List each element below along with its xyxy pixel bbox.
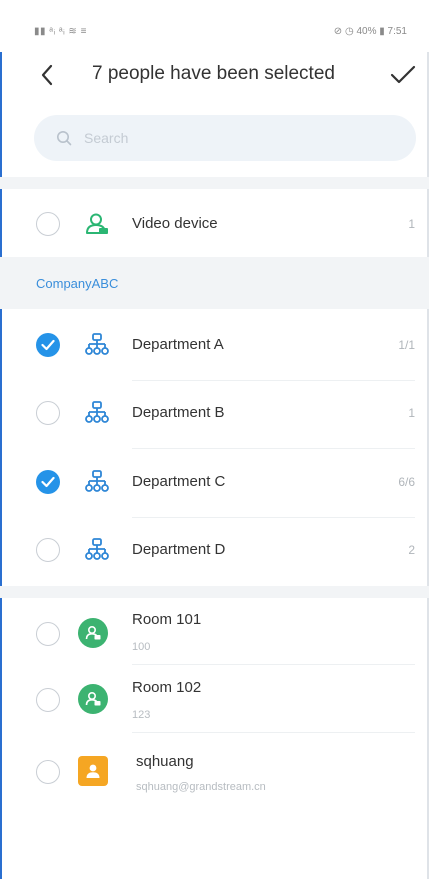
department-count: 1 — [408, 406, 415, 420]
confirm-button[interactable] — [388, 60, 418, 90]
room-avatar — [78, 684, 108, 714]
status-signal-indicators: ▮▮ ᵃᵢ ᵃᵢ ≋ ≡ — [34, 26, 87, 37]
contact-email: sqhuang@grandstream.cn — [136, 781, 266, 793]
search-icon — [57, 131, 72, 146]
contact-name: Room 102 — [132, 679, 202, 696]
divider — [132, 664, 415, 665]
room-icon — [85, 625, 101, 640]
page-title: 7 people have been selected — [92, 63, 335, 84]
department-row[interactable]: Department B 1 — [0, 381, 429, 447]
department-label: Department C — [132, 473, 226, 490]
status-battery-time: ⊘ ◷ 40% ▮ 7:51 — [333, 26, 407, 37]
department-checkbox-checked[interactable] — [36, 333, 60, 357]
department-row[interactable]: Department C 6/6 — [0, 450, 429, 516]
organization-icon — [85, 333, 109, 355]
department-label: Department B — [132, 404, 225, 421]
video-device-label: Video device — [132, 215, 218, 232]
checkmark-icon — [390, 65, 416, 84]
section-separator — [0, 586, 429, 598]
search-input[interactable] — [82, 129, 386, 147]
contact-name: Room 101 — [132, 611, 202, 628]
user-icon — [86, 764, 100, 778]
contact-checkbox[interactable] — [36, 688, 60, 712]
contact-row[interactable]: Room 102 123 — [0, 666, 429, 730]
department-checkbox[interactable] — [36, 538, 60, 562]
video-device-row[interactable]: Video device 1 — [0, 191, 429, 257]
contact-row[interactable]: Room 101 100 — [0, 600, 429, 664]
organization-icon — [85, 401, 109, 423]
check-icon — [41, 476, 55, 488]
contact-number: 123 — [132, 709, 151, 721]
contact-checkbox[interactable] — [36, 622, 60, 646]
video-device-checkbox[interactable] — [36, 212, 60, 236]
department-label: Department D — [132, 541, 226, 558]
department-row[interactable]: Department D 2 — [0, 518, 429, 584]
room-avatar — [78, 618, 108, 648]
status-bar: ▮▮ ᵃᵢ ᵃᵢ ≋ ≡ ⊘ ◷ 40% ▮ 7:51 — [0, 0, 429, 52]
video-device-count: 1 — [408, 217, 415, 231]
organization-icon — [85, 470, 109, 492]
department-count: 6/6 — [398, 475, 415, 489]
company-name: CompanyABC — [36, 276, 119, 291]
organization-icon — [85, 538, 109, 560]
department-label: Department A — [132, 336, 224, 353]
contact-row[interactable]: sqhuang sqhuang@grandstream.cn — [0, 734, 429, 802]
room-icon — [85, 691, 101, 706]
department-row[interactable]: Department A 1/1 — [0, 313, 429, 379]
back-button[interactable] — [34, 60, 60, 90]
contact-number: 100 — [132, 641, 151, 653]
section-separator — [0, 177, 429, 189]
department-count: 2 — [408, 543, 415, 557]
department-checkbox-checked[interactable] — [36, 470, 60, 494]
video-device-icon — [86, 213, 108, 234]
chevron-left-icon — [41, 64, 53, 86]
department-count: 1/1 — [398, 338, 415, 352]
contact-name: sqhuang — [136, 753, 194, 770]
divider — [132, 732, 415, 733]
user-avatar — [78, 756, 108, 786]
department-checkbox[interactable] — [36, 401, 60, 425]
contact-checkbox[interactable] — [36, 760, 60, 784]
divider — [132, 448, 415, 449]
check-icon — [41, 339, 55, 351]
search-box[interactable] — [34, 115, 416, 161]
